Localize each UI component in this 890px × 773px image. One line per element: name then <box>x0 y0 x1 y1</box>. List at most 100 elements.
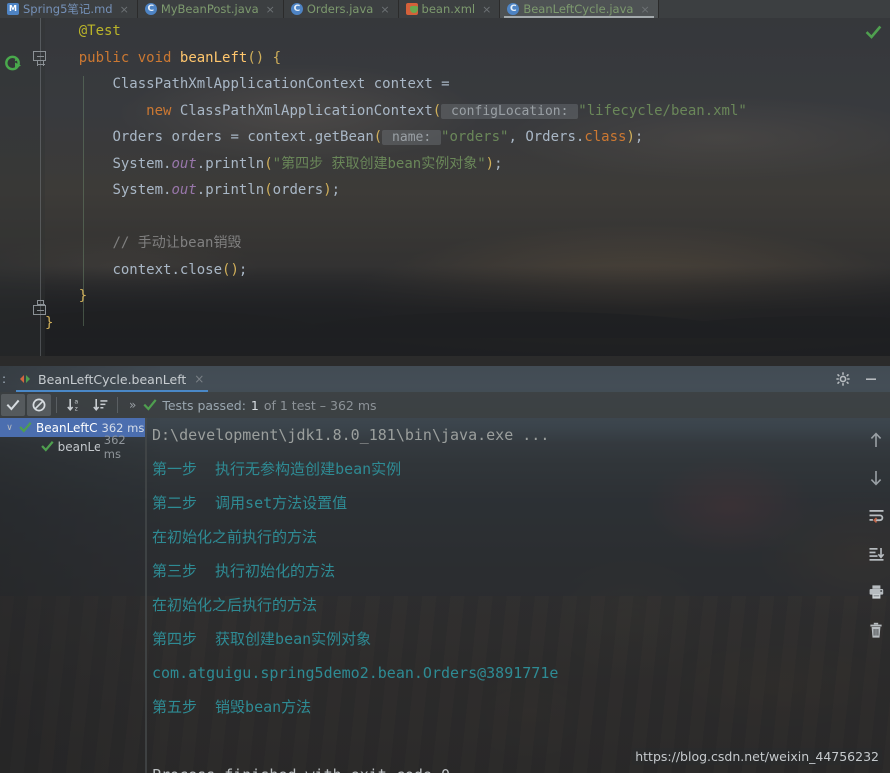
console-output[interactable]: D:\development\jdk1.8.0_181\bin\java.exe… <box>152 418 862 773</box>
code-line: ClassPathXmlApplicationContext context = <box>45 71 890 98</box>
print-icon[interactable] <box>866 582 886 602</box>
close-tab-icon[interactable]: × <box>266 3 275 16</box>
code-token: = <box>441 76 450 92</box>
code-line: System.out.println("第四步 获取创建bean实例对象"); <box>45 151 890 178</box>
code-token: , <box>508 129 526 145</box>
code-token: ; <box>238 261 248 278</box>
editor-tab-beanleftcycle-java[interactable]: BeanLeftCycle.java × <box>500 0 659 18</box>
code-token: Orders <box>525 129 576 145</box>
green-check-icon <box>40 440 54 453</box>
console-line: D:\development\jdk1.8.0_181\bin\java.exe… <box>152 426 550 444</box>
sort-by-duration-button[interactable] <box>88 394 112 416</box>
close-tab-icon[interactable]: × <box>194 372 204 386</box>
code-token: ) <box>255 49 265 66</box>
test-status-label: Tests passed: <box>162 397 246 413</box>
code-line: public void beanLeft() { <box>45 45 890 72</box>
code-token: ( <box>264 155 273 172</box>
console-line: 第四步 获取创建bean实例对象 <box>152 630 372 648</box>
param-hint-chip: name: <box>382 130 442 145</box>
code-token: public <box>78 49 130 66</box>
code-token: Orders <box>112 129 164 145</box>
test-tree-row[interactable]: beanLe 362 ms <box>0 433 145 461</box>
test-status-bar: Tests passed: 1 of 1 test – 362 ms <box>143 397 377 413</box>
watermark-url: https://blog.csdn.net/weixin_44756232 <box>632 748 882 765</box>
java-class-icon <box>507 3 520 15</box>
tree-console-splitter[interactable] <box>145 418 147 773</box>
code-token: void <box>137 49 172 66</box>
editor-tab-label: Orders.java <box>306 2 374 16</box>
run-config-tab[interactable]: BeanLeftCycle.beanLeft × <box>10 366 212 392</box>
code-token: println <box>205 155 265 172</box>
run-window-header: : BeanLeftCycle.beanLeft × <box>0 366 890 392</box>
gear-icon[interactable] <box>836 372 850 386</box>
test-results-toolbar[interactable]: a z » Tests passed: 1 of 1 test – 362 ms <box>0 392 890 418</box>
code-text[interactable]: @Test public void beanLeft() { ClassPath… <box>45 18 890 356</box>
console-line: 第二步 调用set方法设置值 <box>152 494 348 512</box>
console-line: 第一步 执行无参构造创建bean实例 <box>152 460 402 478</box>
console-line: 在初始化之后执行的方法 <box>152 596 318 614</box>
java-class-icon <box>144 3 157 15</box>
arrow-down-icon[interactable] <box>866 468 886 488</box>
green-check-icon <box>143 398 157 412</box>
console-side-toolbar[interactable] <box>862 418 890 773</box>
code-token: ; <box>494 155 503 172</box>
chevron-down-icon[interactable]: ∨ <box>4 423 15 433</box>
editor-tab-orders-java[interactable]: Orders.java × <box>283 0 399 18</box>
code-line: @Test <box>45 18 890 45</box>
minimize-icon[interactable] <box>864 372 878 386</box>
code-token: } <box>45 314 54 331</box>
code-token: ) <box>626 129 635 145</box>
soft-wrap-icon[interactable] <box>866 506 886 526</box>
code-line: Orders orders = context.getBean( name: "… <box>45 124 890 151</box>
run-tool-window[interactable]: : BeanLeftCycle.beanLeft × a z » Tests p… <box>0 366 890 773</box>
toolbar-overflow-button[interactable]: » <box>122 398 143 412</box>
trash-icon[interactable] <box>866 620 886 640</box>
inspection-status-check-icon[interactable] <box>865 24 882 41</box>
markdown-file-icon <box>7 3 19 15</box>
close-tab-icon[interactable]: × <box>640 3 649 16</box>
sort-alphabetically-button[interactable]: a z <box>62 394 86 416</box>
code-token: ) <box>230 261 239 278</box>
prev-occurrence-icon[interactable] <box>18 373 32 385</box>
code-token: context <box>238 129 307 145</box>
editor-tab-label: MyBeanPost.java <box>160 2 259 16</box>
code-token: out <box>171 182 197 198</box>
code-editor[interactable]: @Test public void beanLeft() { ClassPath… <box>0 18 890 356</box>
test-results-tree[interactable]: ∨ BeanLeftC 362 ms beanLe 362 ms <box>0 418 145 773</box>
code-token: out <box>171 155 197 172</box>
console-line: 第三步 执行初始化的方法 <box>152 562 336 580</box>
code-token: "lifecycle/bean.xml" <box>578 102 747 119</box>
test-tree-row-label: beanLe <box>57 439 100 454</box>
code-token: ClassPathXmlApplicationContext <box>179 102 433 119</box>
close-tab-icon[interactable]: × <box>380 3 389 16</box>
code-token: ( <box>432 102 442 119</box>
code-token: . <box>171 261 180 278</box>
code-token: . <box>196 182 206 198</box>
editor-tab-label: BeanLeftCycle.java <box>523 2 634 16</box>
show-passed-button[interactable] <box>1 394 25 416</box>
editor-tab-mybeanpost-java[interactable]: MyBeanPost.java × <box>137 0 284 18</box>
test-status-count: 1 <box>250 397 259 413</box>
run-config-tab-label: BeanLeftCycle.beanLeft <box>38 371 187 387</box>
arrow-up-icon[interactable] <box>866 430 886 450</box>
code-line: System.out.println(orders); <box>45 177 890 204</box>
code-token: context <box>112 261 172 278</box>
close-tab-icon[interactable]: × <box>120 3 129 16</box>
editor-tab-spring5-md[interactable]: Spring5笔记.md × <box>0 0 138 18</box>
code-token: . <box>196 155 206 172</box>
code-line: } <box>45 310 890 337</box>
code-token: beanLeft <box>179 49 248 66</box>
test-tree-row-duration: 362 ms <box>103 432 126 461</box>
show-ignored-button[interactable] <box>27 394 51 416</box>
code-line: // 手动让bean销毁 <box>45 230 890 257</box>
code-token: "orders" <box>441 129 509 145</box>
close-tab-icon[interactable]: × <box>482 3 491 16</box>
scroll-to-end-icon[interactable] <box>866 544 886 564</box>
code-token: ( <box>264 182 273 198</box>
code-token: ( <box>247 49 256 66</box>
run-test-gutter-icon[interactable] <box>4 54 24 74</box>
editor-tab-bean-xml[interactable]: bean.xml × <box>398 0 501 18</box>
